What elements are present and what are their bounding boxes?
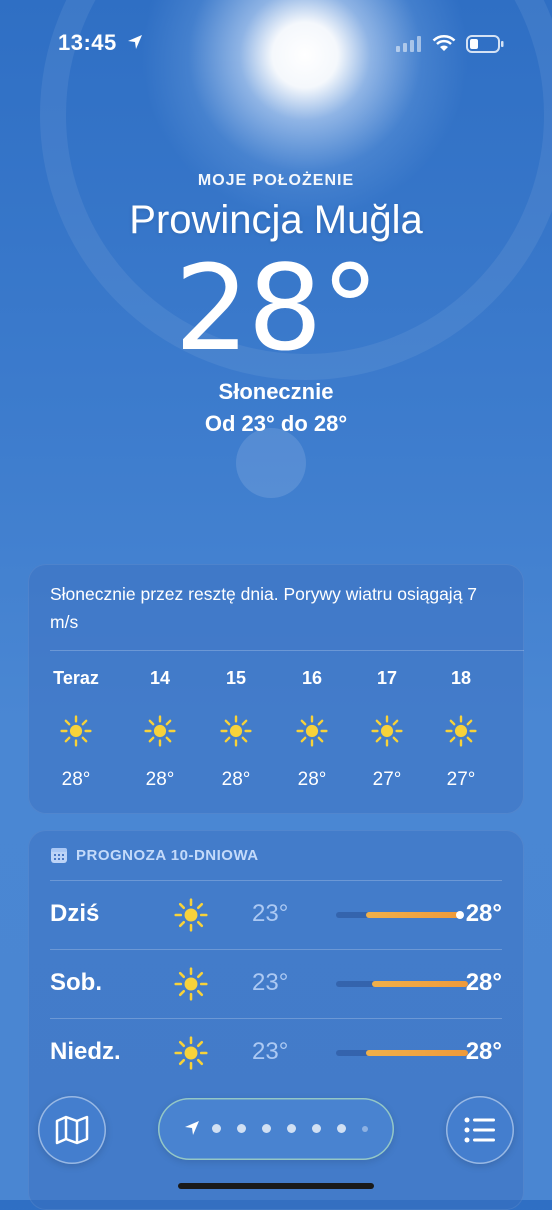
hourly-item: 14 28°: [130, 668, 190, 791]
current-condition: Słonecznie: [218, 379, 334, 404]
page-dot[interactable]: [262, 1124, 271, 1133]
temperature-range: Od 23° do 28°: [204, 411, 348, 436]
divider: [50, 650, 524, 651]
sun-icon: [174, 967, 208, 1006]
sun-icon: [130, 715, 190, 747]
day-high-temperature: 28°: [465, 900, 502, 927]
hour-temperature: 28°: [145, 769, 175, 790]
hour-temperature: 28°: [221, 769, 251, 790]
status-bar: 13:45: [0, 30, 552, 62]
hourly-item: 16 28°: [282, 668, 342, 791]
sun-icon: [174, 898, 208, 937]
day-low-temperature: 23°: [252, 900, 289, 927]
page-dot[interactable]: [287, 1124, 296, 1133]
list-icon: [464, 1117, 495, 1143]
day-name: Dziś: [50, 900, 100, 927]
page-dot[interactable]: [237, 1124, 246, 1133]
locations-list-button[interactable]: [446, 1096, 514, 1164]
battery-icon: [466, 35, 504, 58]
forecast-summary: Słonecznie przez resztę dnia. Porywy wia…: [50, 584, 478, 632]
day-high-temperature: 28°: [465, 969, 502, 996]
cellular-signal-icon: [396, 36, 422, 57]
hourly-item: 15 28°: [206, 668, 266, 791]
current-temperature-marker: [456, 911, 464, 919]
hour-temperature: 28°: [61, 769, 91, 790]
hour-temperature: 27°: [446, 769, 476, 790]
hourly-item: 18 27°: [431, 668, 491, 791]
day-name: Niedz.: [50, 1038, 121, 1065]
page-dot[interactable]: [312, 1124, 321, 1133]
calendar-icon: [51, 848, 67, 863]
current-location-arrow-icon: [184, 1120, 200, 1141]
sun-icon: [174, 1036, 208, 1075]
temperature-range-fill: [366, 912, 462, 918]
forecast-day-row[interactable]: Dziś 23° 28°: [50, 880, 502, 948]
city-name: Prowincja Muğla: [129, 198, 423, 242]
hourly-item: 17 27°: [357, 668, 417, 791]
hour-label: 18: [450, 668, 472, 688]
home-indicator[interactable]: [178, 1183, 374, 1189]
day-low-temperature: 23°: [252, 1038, 289, 1065]
sun-icon: [46, 715, 106, 747]
forecast-day-row[interactable]: Niedz. 23° 28°: [50, 1018, 502, 1086]
hour-label: 16: [301, 668, 323, 688]
wifi-icon: [432, 34, 456, 57]
weather-header: MOJE POŁOŻENIE Prowincja Muğla 28° Słone…: [0, 172, 552, 437]
hour-temperature: 27°: [372, 769, 402, 790]
temperature-range-fill: [366, 1050, 468, 1056]
map-icon: [55, 1115, 89, 1145]
hour-label: 15: [225, 668, 247, 688]
page-dot[interactable]: [362, 1126, 368, 1132]
hourly-item: Teraz 28°: [46, 668, 106, 791]
hourly-forecast-card[interactable]: Słonecznie przez resztę dnia. Porywy wia…: [28, 564, 524, 814]
day-name: Sob.: [50, 969, 102, 996]
temperature-range-bar: [336, 1050, 468, 1056]
divider: [50, 949, 502, 950]
divider: [50, 880, 502, 881]
page-dot[interactable]: [212, 1124, 221, 1133]
location-pager[interactable]: [158, 1098, 394, 1160]
forecast-day-row[interactable]: Sob. 23° 28°: [50, 949, 502, 1017]
hour-label: 17: [376, 668, 398, 688]
location-label: MOJE POŁOŻENIE: [197, 172, 355, 189]
day-low-temperature: 23°: [252, 969, 289, 996]
forecast-title: PROGNOZA 10-DNIOWA: [50, 846, 259, 864]
day-high-temperature: 28°: [465, 1038, 502, 1065]
temperature-range-fill: [372, 981, 468, 987]
status-time: 13:45: [58, 30, 117, 55]
sun-icon: [282, 715, 342, 747]
page-dot[interactable]: [337, 1124, 346, 1133]
sun-icon: [357, 715, 417, 747]
lens-flare: [236, 428, 306, 498]
current-temperature: 28°: [174, 239, 379, 377]
sun-icon: [431, 715, 491, 747]
hour-label: Teraz: [53, 668, 99, 688]
divider: [50, 1018, 502, 1019]
sun-icon: [206, 715, 266, 747]
hour-temperature: 28°: [297, 769, 327, 790]
forecast-title-text: PROGNOZA 10-DNIOWA: [76, 846, 259, 864]
temperature-range-bar: [336, 911, 464, 919]
location-arrow-icon: [127, 34, 143, 55]
map-button[interactable]: [38, 1096, 106, 1164]
temperature-range-bar: [336, 981, 468, 987]
hour-label: 14: [149, 668, 171, 688]
